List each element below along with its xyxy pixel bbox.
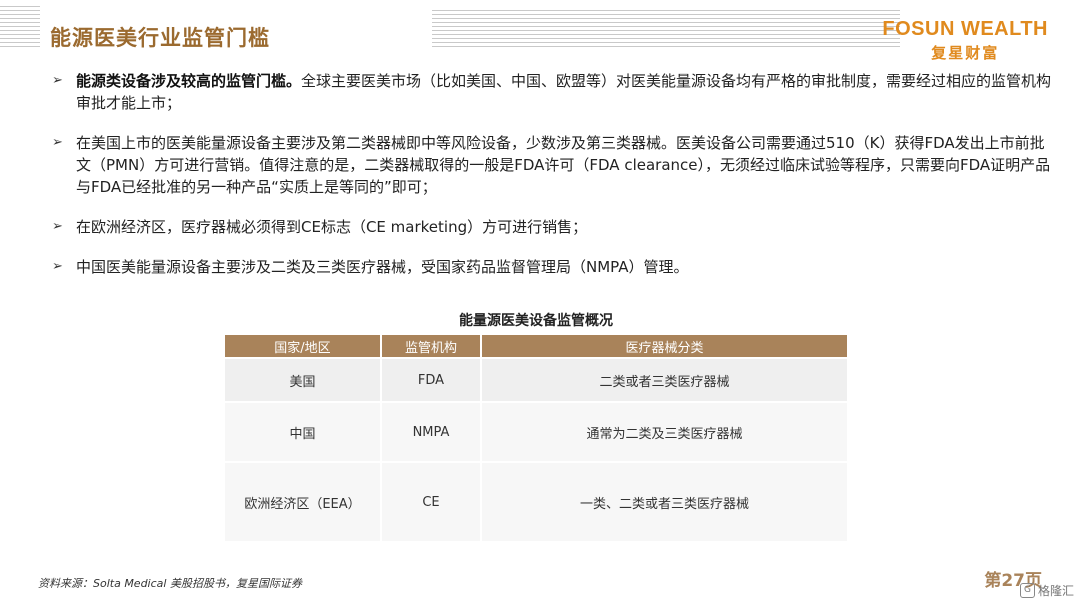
table-title: 能量源医美设备监管概况 [459,313,613,329]
cell-agency: NMPA [380,401,481,462]
cell-agency: CE [380,461,481,541]
cell-classification: 二类或者三类医疗器械 [480,357,847,402]
arrow-bullet-icon: ➢ [52,259,63,274]
gelonghui-logo-icon: G [1019,583,1035,598]
table-header-row: 国家/地区 监管机构 医疗器械分类 [225,335,847,358]
bullet-list: ➢ 能源类设备涉及较高的监管门槛。全球主要医美市场（比如美国、中国、欧盟等）对医… [52,70,1052,296]
watermark-text: 格隆汇 [1037,584,1074,598]
cell-region: 欧洲经济区（EEA） [225,461,381,541]
bullet-item: ➢ 在欧洲经济区，医疗器械必须得到CE标志（CE marketing）方可进行销… [52,216,1052,238]
arrow-bullet-icon: ➢ [52,135,63,150]
header-agency: 监管机构 [380,335,481,358]
logo-text-en: FOSUN WEALTH [882,18,1048,40]
cell-region: 中国 [225,401,381,462]
bullet-text: 在美国上市的医美能量源设备主要涉及第二类器械即中等风险设备，少数涉及第三类器械。… [76,134,1051,196]
header-classification: 医疗器械分类 [480,335,847,358]
fosun-wealth-logo: FOSUN WEALTH 复星财富 [882,18,1048,63]
regulation-table: 国家/地区 监管机构 医疗器械分类 美国 FDA 二类或者三类医疗器械 中国 N… [225,335,847,541]
logo-text-cn: 复星财富 [931,44,1000,62]
header-region: 国家/地区 [225,335,381,358]
cell-classification: 通常为二类及三类医疗器械 [480,401,847,462]
table-row: 欧洲经济区（EEA） CE 一类、二类或者三类医疗器械 [225,461,847,541]
bullet-bold-text: 能源类设备涉及较高的监管门槛。 [76,72,302,90]
table-row: 中国 NMPA 通常为二类及三类医疗器械 [225,401,847,462]
bullet-item: ➢ 在美国上市的医美能量源设备主要涉及第二类器械即中等风险设备，少数涉及第三类器… [52,132,1052,198]
cell-region: 美国 [225,357,381,402]
header-stripes-right [432,10,900,48]
bullet-item: ➢ 能源类设备涉及较高的监管门槛。全球主要医美市场（比如美国、中国、欧盟等）对医… [52,70,1052,114]
bullet-text: 在欧洲经济区，医疗器械必须得到CE标志（CE marketing）方可进行销售； [76,218,588,236]
cell-agency: FDA [380,357,481,402]
arrow-bullet-icon: ➢ [52,219,63,234]
table-row: 美国 FDA 二类或者三类医疗器械 [225,357,847,402]
arrow-bullet-icon: ➢ [52,73,63,88]
header-stripes-left [0,6,40,50]
bullet-item: ➢ 中国医美能量源设备主要涉及二类及三类医疗器械，受国家药品监督管理局（NMPA… [52,256,1052,278]
watermark: G 格隆汇 [1019,582,1074,599]
page-title: 能源医美行业监管门槛 [50,26,270,50]
cell-classification: 一类、二类或者三类医疗器械 [480,461,847,541]
source-note: 资料来源：Solta Medical 美股招股书，复星国际证券 [38,577,302,590]
bullet-text: 中国医美能量源设备主要涉及二类及三类医疗器械，受国家药品监督管理局（NMPA）管… [76,258,689,276]
